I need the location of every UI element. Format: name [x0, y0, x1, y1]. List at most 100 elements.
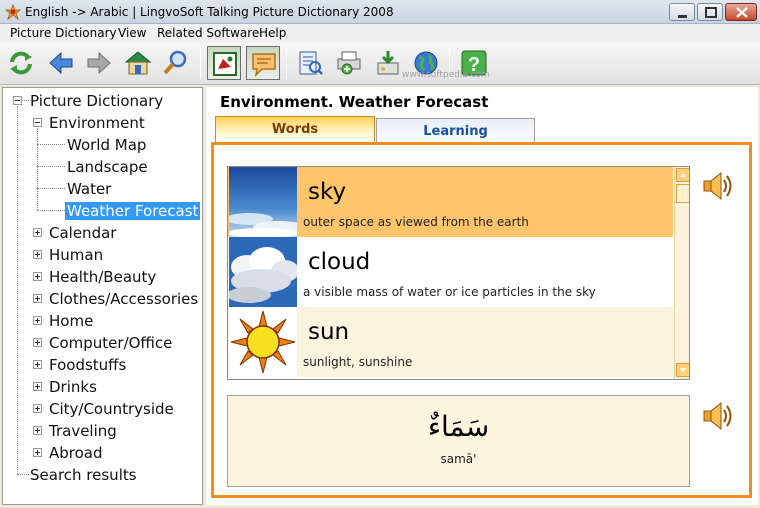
- tree-label: Drinks: [49, 378, 97, 396]
- tree-label: Weather Forecast: [65, 202, 201, 220]
- home-button[interactable]: [121, 46, 155, 80]
- word-list: sky outer space as viewed from the earth…: [227, 166, 690, 380]
- word-definition: a visible mass of water or ice particles…: [303, 285, 596, 299]
- back-button[interactable]: [44, 46, 78, 80]
- word-text: sky: [308, 179, 347, 205]
- install-icon: [377, 51, 399, 75]
- scroll-down-button[interactable]: [676, 363, 689, 377]
- tree-label: Picture Dictionary: [30, 92, 164, 110]
- sky-picture: [229, 167, 297, 237]
- print-preview-icon: [337, 51, 361, 75]
- tree-label: Home: [49, 312, 94, 330]
- tree-label: Landscape: [67, 158, 148, 176]
- expand-icon[interactable]: [33, 228, 42, 237]
- tree-label: Search results: [30, 466, 137, 484]
- app-icon: [5, 4, 21, 20]
- refresh-button[interactable]: [4, 46, 38, 80]
- picture-mode-button[interactable]: [207, 46, 241, 80]
- tree-connector: [17, 106, 18, 474]
- expand-icon[interactable]: [33, 382, 42, 391]
- speaker-icon: [703, 401, 732, 431]
- tree-label: World Map: [67, 136, 147, 154]
- tree-connector: [37, 144, 65, 145]
- words-tab-panel: sky outer space as viewed from the earth…: [211, 142, 752, 498]
- tree-label: Calendar: [49, 224, 117, 242]
- word-row-sky[interactable]: sky outer space as viewed from the earth: [228, 167, 673, 237]
- expand-icon[interactable]: [33, 294, 42, 303]
- chevron-up-icon: [680, 173, 686, 177]
- speech-mode-button[interactable]: [246, 46, 280, 80]
- content-panel: Environment. Weather Forecast Learning W…: [206, 87, 758, 505]
- collapse-icon[interactable]: [13, 96, 22, 105]
- toolbar-separator: [200, 49, 201, 79]
- expand-icon[interactable]: [33, 338, 42, 347]
- tab-learning[interactable]: Learning: [376, 118, 535, 144]
- tree-connector: [37, 188, 65, 189]
- picture-mode-icon: [213, 52, 237, 76]
- word-definition: outer space as viewed from the earth: [303, 215, 529, 229]
- refresh-icon: [10, 51, 32, 75]
- expand-icon[interactable]: [33, 404, 42, 413]
- menu-picture-dictionary[interactable]: Picture Dictionary: [10, 26, 117, 40]
- transliteration: samā': [440, 452, 477, 466]
- arabic-word: سَمَاءٌ: [427, 410, 490, 443]
- watermark-text: www.softpedia.com: [402, 70, 490, 80]
- word-row-sun[interactable]: sun sunlight, sunshine: [228, 307, 673, 377]
- expand-icon[interactable]: [33, 272, 42, 281]
- tree-label: Clothes/Accessories: [49, 290, 199, 308]
- close-button[interactable]: [725, 3, 757, 21]
- chevron-down-icon: [680, 368, 686, 372]
- word-definition: sunlight, sunshine: [303, 355, 413, 369]
- expand-icon[interactable]: [33, 426, 42, 435]
- expand-icon[interactable]: [33, 448, 42, 457]
- title-bar: English -> Arabic | LingvoSoft Talking P…: [0, 0, 760, 24]
- maximize-icon: [705, 7, 717, 18]
- menu-related-software[interactable]: Related Software: [157, 26, 259, 40]
- print-preview-button[interactable]: [332, 46, 366, 80]
- close-icon: [736, 7, 748, 18]
- dictionary-book-icon: [299, 51, 323, 75]
- tree-label: Environment: [49, 114, 145, 132]
- tree-label: Traveling: [49, 422, 117, 440]
- expand-icon[interactable]: [33, 316, 42, 325]
- page-title: Environment. Weather Forecast: [220, 93, 489, 111]
- tree-connector: [37, 166, 65, 167]
- forward-arrow-icon: [87, 51, 111, 75]
- tree-label: Foodstuffs: [49, 356, 127, 374]
- scroll-thumb[interactable]: [676, 184, 689, 203]
- word-row-cloud[interactable]: cloud a visible mass of water or ice par…: [228, 237, 673, 307]
- dictionary-button[interactable]: [293, 46, 327, 80]
- menu-bar: Picture Dictionary View Related Software…: [0, 24, 760, 43]
- search-button[interactable]: [159, 46, 193, 80]
- word-list-scrollbar[interactable]: [674, 167, 689, 379]
- word-text: cloud: [308, 249, 371, 275]
- maximize-button[interactable]: [697, 3, 723, 21]
- category-tree: Picture Dictionary Environment World Map…: [2, 87, 203, 505]
- play-translation-button[interactable]: [701, 399, 735, 433]
- tree-connector: [37, 210, 65, 211]
- collapse-icon[interactable]: [33, 118, 42, 127]
- tree-connector: [37, 128, 38, 210]
- tree-label: City/Countryside: [49, 400, 174, 418]
- speaker-icon: [703, 171, 732, 201]
- tab-words[interactable]: Words: [215, 116, 375, 144]
- minimize-button[interactable]: [669, 3, 695, 21]
- translation-box: سَمَاءٌ samā': [227, 395, 690, 487]
- expand-icon[interactable]: [33, 360, 42, 369]
- word-text: sun: [308, 319, 350, 345]
- play-word-button[interactable]: [701, 169, 735, 203]
- tree-label: Abroad: [49, 444, 103, 462]
- minimize-icon: [678, 15, 687, 18]
- tree-label: Human: [49, 246, 104, 264]
- tree-label: Computer/Office: [49, 334, 173, 352]
- menu-view[interactable]: View: [118, 26, 146, 40]
- menu-help[interactable]: Help: [259, 26, 286, 40]
- sun-picture: [229, 307, 297, 377]
- scroll-up-button[interactable]: [676, 168, 689, 182]
- home-icon: [124, 51, 152, 75]
- forward-button[interactable]: [82, 46, 116, 80]
- expand-icon[interactable]: [33, 250, 42, 259]
- search-magnifier-icon: [163, 50, 187, 75]
- speech-bubble-icon: [252, 53, 276, 78]
- install-button[interactable]: [371, 46, 405, 80]
